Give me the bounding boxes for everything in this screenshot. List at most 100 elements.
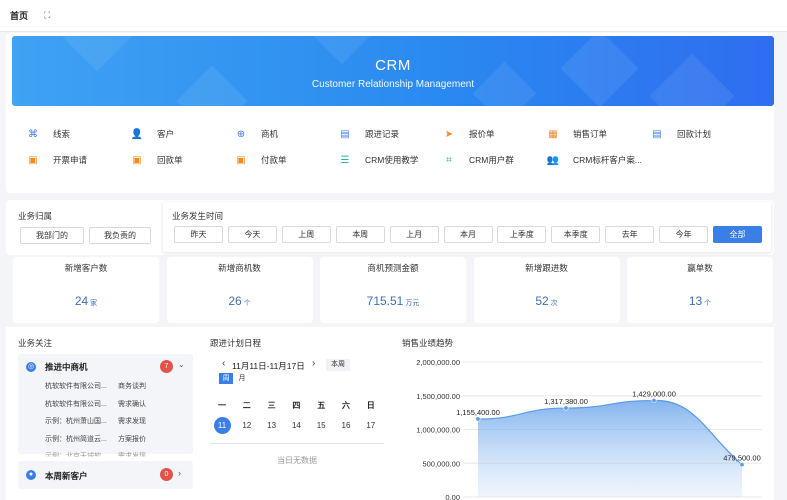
crm-banner: CRM Customer Relationship Management — [12, 36, 774, 106]
banner-title: CRM — [375, 57, 411, 74]
time-filter-button[interactable]: 昨天 — [174, 226, 223, 243]
stat-card[interactable]: 新增商机数 26 个 — [166, 257, 313, 323]
stat-card[interactable]: 赢单数 13 个 — [627, 257, 773, 323]
time-filter-button[interactable]: 本周 — [335, 226, 385, 243]
quick-link-label: 回款单 — [157, 155, 183, 165]
calendar-day[interactable]: 15 — [313, 417, 330, 434]
quick-links: ⌘ 线索 👤 客户 ⊕ 商机 ▤ 跟进记录 ➤ 报价单 ▦ 销售订单 ▤ 回款计划 ▣ 开票申请 ▣ 回款单 ▣ 付… — [26, 121, 766, 173]
time-filter-button[interactable]: 上月 — [389, 226, 439, 243]
benchmark-icon: 👥 — [546, 154, 560, 166]
quick-link[interactable]: ⌘ 线索 — [26, 127, 130, 141]
count-badge: 0 — [160, 468, 173, 481]
stat-unit: 个 — [243, 300, 251, 307]
opportunity-customer[interactable]: 杭软软件有限公司... — [45, 399, 107, 409]
time-filter-button[interactable]: 去年 — [605, 226, 655, 243]
filter-my-responsible-button[interactable]: 我负责的 — [89, 227, 151, 244]
quick-link[interactable]: ▤ 回款计划 — [650, 127, 754, 141]
quick-link[interactable]: ➤ 报价单 — [442, 127, 546, 141]
quick-link[interactable]: ⌗ CRM用户群 — [442, 153, 546, 167]
calendar-day[interactable]: 16 — [338, 417, 355, 434]
weekday-label: 一 — [218, 401, 226, 410]
opportunity-customer[interactable]: 示例：杭州萧山国... — [45, 416, 107, 426]
time-filter-button[interactable]: 今天 — [227, 226, 277, 243]
quick-link-label: CRM使用教学 — [365, 155, 419, 165]
quick-link[interactable]: ▣ 回款单 — [130, 153, 234, 167]
quick-link[interactable]: 👥 CRM标杆客户案... — [546, 153, 650, 167]
weekday-label: 六 — [342, 401, 350, 410]
stat-value: 52 次 — [474, 294, 620, 308]
weekday-label: 五 — [317, 401, 326, 410]
quick-link[interactable]: ▣ 开票申请 — [26, 153, 130, 167]
tab-home[interactable]: 首页 — [10, 9, 28, 22]
opportunity-icon: ◎ — [26, 362, 36, 372]
month-view-tab[interactable]: 月 — [235, 373, 249, 384]
stat-unit: 个 — [704, 300, 712, 307]
time-label: 业务发生时间 — [172, 211, 224, 221]
quick-link[interactable]: ▦ 销售订单 — [546, 127, 650, 141]
focus-group-label[interactable]: 推进中商机 — [45, 361, 88, 373]
stat-label: 赢单数 — [687, 263, 713, 273]
quick-link[interactable]: ▣ 付款单 — [234, 153, 338, 167]
clue-icon: ⌘ — [28, 128, 38, 140]
stat-number: 24 — [74, 294, 89, 308]
week-view-tab[interactable]: 周 — [219, 373, 233, 384]
divider — [210, 443, 384, 444]
sales-order-icon: ▦ — [548, 128, 558, 140]
weekday-label: 日 — [366, 401, 375, 410]
stat-card[interactable]: 商机预测金额 715.51 万元 — [320, 257, 466, 323]
stat-card[interactable]: 新增客户数 24 家 — [13, 257, 159, 323]
quick-links-row: ▣ 开票申请 ▣ 回款单 ▣ 付款单 ☰ CRM使用教学 ⌗ CRM用户群 👥 CRM标杆客户案... — [26, 147, 766, 173]
quick-link[interactable]: ☰ CRM使用教学 — [338, 153, 442, 167]
fullscreen-icon[interactable]: ⛶ — [44, 10, 50, 21]
stat-value: 715.51 万元 — [320, 294, 466, 308]
calendar-day[interactable]: 13 — [263, 417, 280, 434]
opportunity-icon: ⊕ — [236, 128, 246, 140]
chevron-right-icon[interactable]: › — [178, 468, 181, 478]
empty-state: 当日无数据 — [277, 456, 317, 465]
opportunity-stage[interactable]: 需求发现 — [118, 416, 146, 426]
quick-link[interactable]: 👤 客户 — [130, 127, 234, 141]
quick-link-label: 报价单 — [469, 129, 495, 139]
top-bar: 首页 ⛶ — [0, 0, 787, 32]
follow-record-icon: ▤ — [340, 128, 350, 140]
receipt-icon: ▣ — [132, 154, 142, 166]
chevron-down-icon[interactable]: ⌄ — [178, 360, 185, 369]
teaching-icon: ☰ — [340, 154, 350, 166]
opportunity-stage[interactable]: 商务谈判 — [118, 381, 146, 391]
time-filter-button[interactable]: 本季度 — [551, 226, 601, 243]
stat-card[interactable]: 新增跟进数 52 次 — [473, 257, 620, 323]
this-week-button[interactable]: 本周 — [326, 359, 350, 371]
time-filter-button[interactable]: 全部 — [713, 226, 762, 243]
quick-link-label: 跟进记录 — [365, 129, 400, 139]
stat-unit: 万元 — [405, 300, 420, 307]
chart-title: 销售业绩趋势 — [402, 338, 454, 348]
filter-my-department-button[interactable]: 我部门的 — [20, 227, 84, 244]
calendar-day[interactable]: 11 — [213, 417, 231, 434]
week-range: 11月11日-11月17日 — [232, 361, 305, 371]
banner-decoration — [560, 36, 639, 106]
focus-group-label[interactable]: 本周新客户 — [45, 470, 88, 482]
invoice-icon: ▣ — [28, 154, 38, 166]
opportunity-customer[interactable]: 示例：杭州简道云... — [45, 434, 107, 444]
chevron-left-icon[interactable]: ‹ — [222, 358, 225, 369]
payment-icon: ▣ — [236, 154, 246, 166]
chevron-right-icon[interactable]: › — [312, 358, 315, 369]
quick-link-label: 线索 — [53, 129, 71, 139]
quick-link[interactable]: ⊕ 商机 — [234, 127, 338, 141]
stat-unit: 家 — [90, 300, 98, 307]
quick-link-label: 商机 — [261, 129, 279, 139]
stat-number: 13 — [688, 294, 703, 308]
time-filter-button[interactable]: 本月 — [443, 226, 493, 243]
opportunity-stage[interactable]: 需求确认 — [118, 399, 146, 409]
quick-link[interactable]: ▤ 跟进记录 — [338, 127, 442, 141]
opportunity-stage[interactable]: 方案报价 — [118, 434, 146, 444]
opportunity-customer[interactable]: 杭软软件有限公司... — [45, 381, 107, 391]
quick-link-label: 销售订单 — [573, 129, 608, 139]
quick-link-label: 客户 — [157, 129, 175, 139]
time-filter-button[interactable]: 上季度 — [497, 226, 547, 243]
time-filter-button[interactable]: 今年 — [659, 226, 709, 243]
time-filter-button[interactable]: 上周 — [281, 226, 331, 243]
weekday-label: 四 — [292, 401, 301, 410]
payment-plan-icon: ▤ — [652, 128, 662, 140]
calendar-day[interactable]: 14 — [288, 417, 305, 434]
